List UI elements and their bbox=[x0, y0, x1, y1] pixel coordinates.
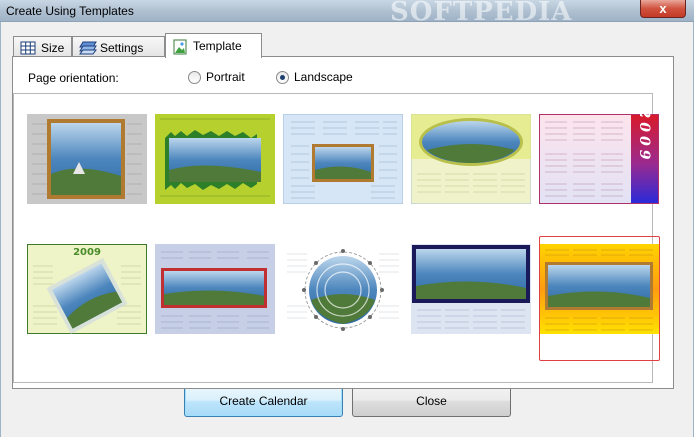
tab-label: Size bbox=[41, 40, 65, 55]
radio-label: Landscape bbox=[294, 70, 353, 84]
year-text: 2009 bbox=[636, 114, 652, 163]
window-title: Create Using Templates bbox=[6, 4, 134, 18]
template-thumb[interactable]: 2009 bbox=[27, 244, 147, 334]
create-calendar-button[interactable]: Create Calendar bbox=[184, 386, 343, 417]
landscape-radio[interactable]: Landscape bbox=[276, 70, 353, 84]
year-text: 2009 bbox=[73, 247, 101, 258]
close-icon: x bbox=[659, 1, 667, 16]
grid-icon bbox=[20, 41, 36, 55]
window-close-button[interactable]: x bbox=[640, 0, 686, 18]
dialog: Size Settings Template Page orientation:… bbox=[0, 22, 694, 437]
orientation-label: Page orientation: bbox=[28, 71, 119, 85]
template-thumb[interactable] bbox=[27, 114, 147, 204]
tab-template[interactable]: Template bbox=[165, 33, 262, 58]
template-thumb[interactable] bbox=[283, 114, 403, 204]
template-thumb[interactable] bbox=[411, 244, 531, 334]
tab-settings[interactable]: Settings bbox=[72, 36, 165, 58]
radio-label: Portrait bbox=[206, 70, 245, 84]
tab-label: Settings bbox=[100, 40, 144, 55]
template-gallery[interactable]: 2009 2009 bbox=[13, 93, 660, 383]
template-thumb[interactable] bbox=[155, 114, 275, 204]
selection-frame bbox=[539, 236, 660, 361]
tab-label: Template bbox=[193, 39, 242, 53]
template-thumb[interactable]: 2009 bbox=[539, 114, 659, 204]
tab-size[interactable]: Size bbox=[13, 36, 72, 58]
template-thumb[interactable] bbox=[155, 244, 275, 334]
radio-dot-selected[interactable] bbox=[276, 70, 289, 84]
settings-icon bbox=[79, 41, 97, 55]
title-bar: SOFTPEDIA Create Using Templates x bbox=[0, 0, 694, 27]
portrait-radio[interactable]: Portrait bbox=[188, 70, 245, 84]
picture-icon bbox=[172, 39, 188, 55]
close-button[interactable]: Close bbox=[352, 386, 511, 417]
radio-dot[interactable] bbox=[188, 70, 201, 84]
template-thumb[interactable] bbox=[283, 244, 403, 334]
template-panel: Page orientation: Portrait Landscape 200… bbox=[12, 56, 674, 389]
template-thumb[interactable] bbox=[411, 114, 531, 204]
